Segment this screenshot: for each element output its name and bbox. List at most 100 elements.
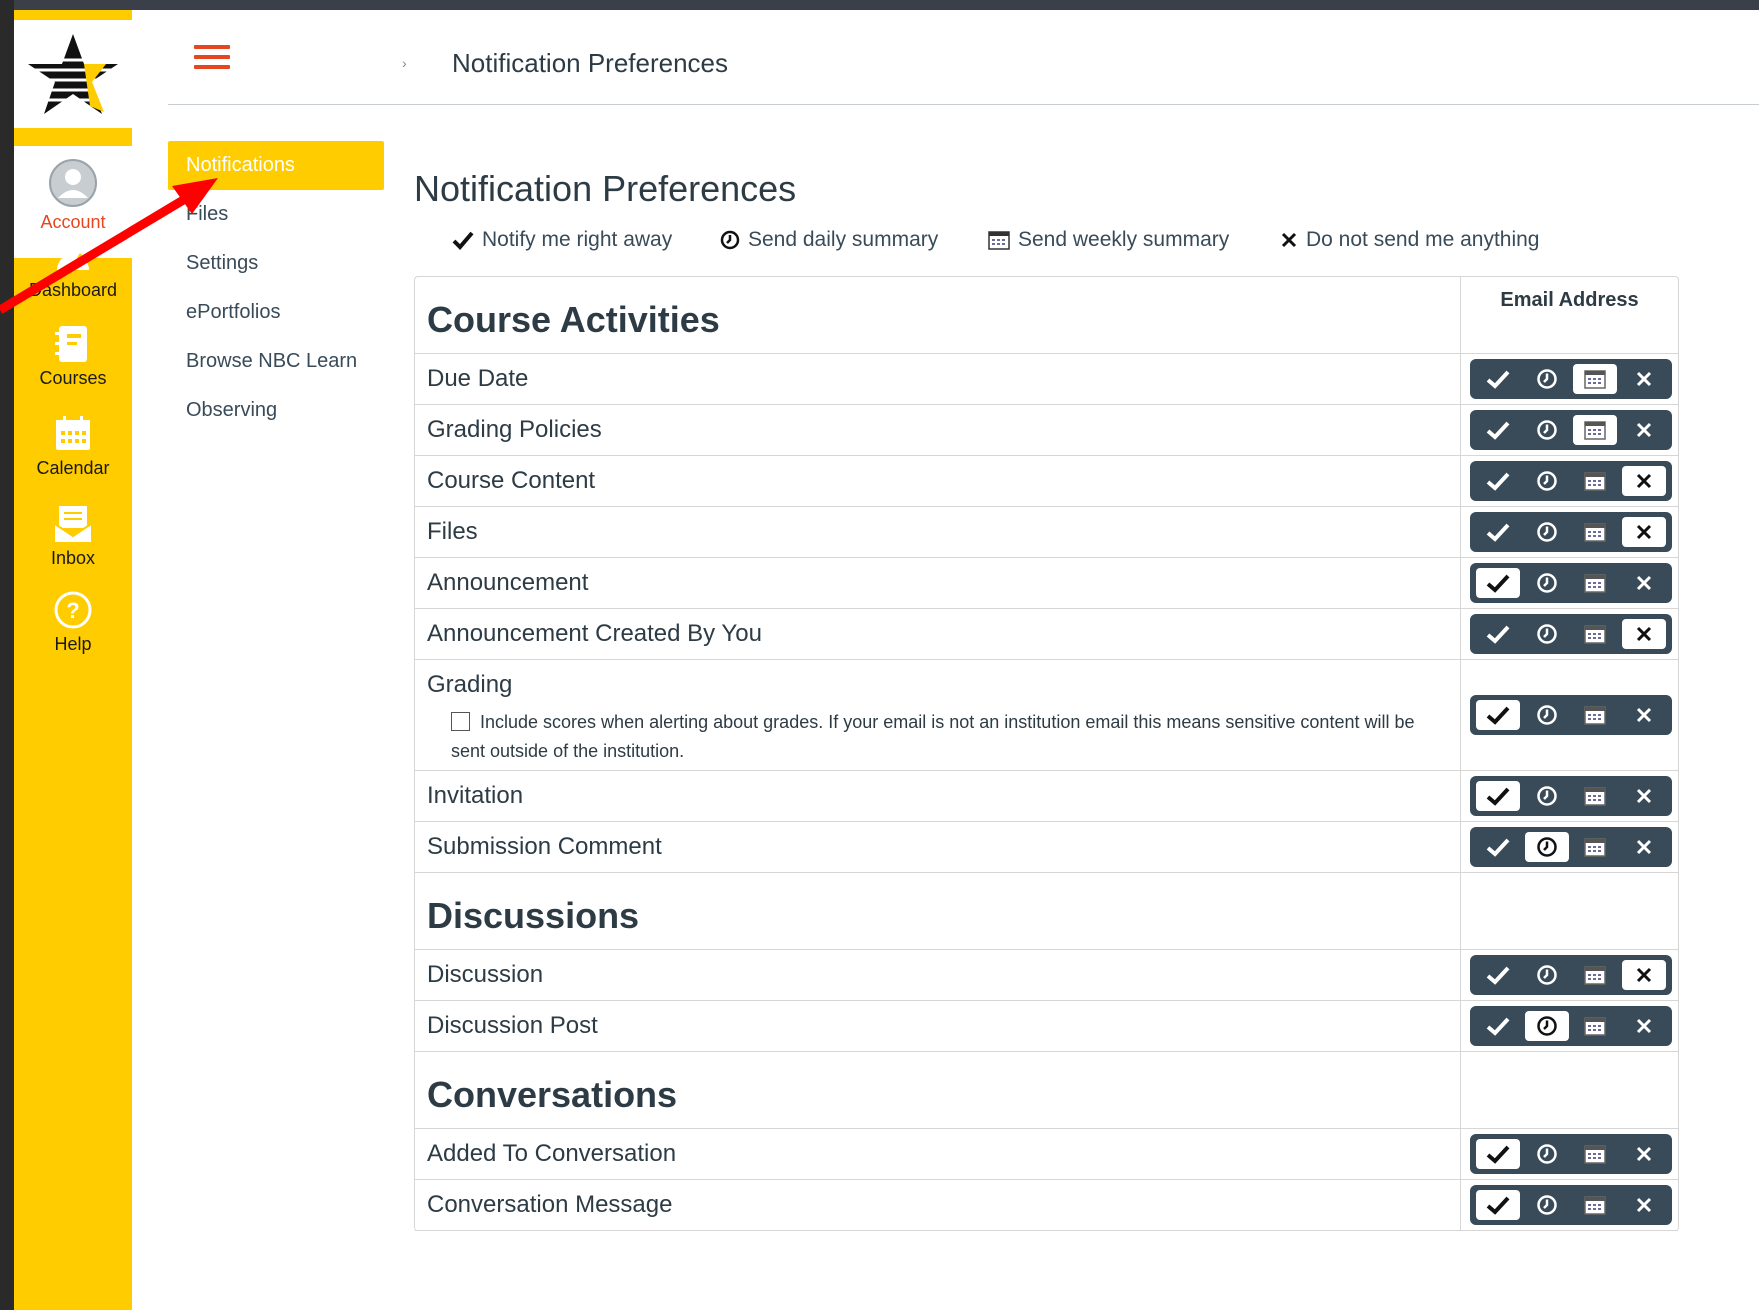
- svg-text:?: ?: [66, 598, 79, 623]
- global-nav-inbox[interactable]: Inbox: [14, 504, 132, 569]
- inbox-label: Inbox: [50, 548, 96, 568]
- frequency-option-daily[interactable]: [1525, 960, 1569, 990]
- frequency-option-never[interactable]: [1621, 619, 1666, 649]
- preference-label: Discussion: [427, 961, 544, 988]
- global-nav-courses[interactable]: Courses: [14, 324, 132, 389]
- subnav-item-settings[interactable]: Settings: [168, 239, 384, 288]
- frequency-toggle-group: [1470, 614, 1672, 654]
- legend-daily-label: Send daily summary: [748, 228, 939, 251]
- weekly-calendar-icon: [1584, 573, 1606, 593]
- frequency-option-never[interactable]: [1622, 364, 1666, 394]
- frequency-option-right-away[interactable]: [1476, 781, 1521, 811]
- global-nav-help[interactable]: ? Help: [14, 590, 132, 655]
- frequency-option-never[interactable]: [1621, 466, 1666, 496]
- clock-icon: [1536, 964, 1558, 986]
- frequency-option-right-away[interactable]: [1476, 1139, 1521, 1169]
- frequency-option-weekly[interactable]: [1573, 568, 1617, 598]
- frequency-option-daily[interactable]: [1525, 1190, 1569, 1220]
- dashboard-icon: [57, 253, 89, 270]
- frequency-option-right-away[interactable]: [1476, 415, 1520, 445]
- frequency-option-never[interactable]: [1622, 415, 1666, 445]
- frequency-option-never[interactable]: [1622, 1011, 1666, 1041]
- frequency-option-right-away[interactable]: [1476, 700, 1521, 730]
- browser-frame: Account Dashboard Courses Calendar Inbox…: [0, 0, 1759, 1310]
- frequency-option-daily[interactable]: [1525, 700, 1569, 730]
- institution-logo[interactable]: [14, 20, 132, 128]
- frequency-option-never[interactable]: [1621, 960, 1666, 990]
- subnav-item-eportfolios[interactable]: ePortfolios: [168, 288, 384, 337]
- preference-label: Invitation: [427, 782, 524, 809]
- weekly-calendar-icon: [1584, 786, 1606, 806]
- checkmark-icon: [1486, 705, 1510, 725]
- frequency-option-daily[interactable]: [1524, 832, 1569, 862]
- frequency-option-daily[interactable]: [1525, 466, 1569, 496]
- frequency-toggle-group: [1470, 1185, 1672, 1225]
- frequency-option-never[interactable]: [1622, 832, 1666, 862]
- global-nav-dashboard[interactable]: Dashboard: [14, 240, 132, 301]
- frequency-option-right-away[interactable]: [1476, 568, 1521, 598]
- star-logo-icon: [24, 34, 122, 114]
- frequency-option-right-away[interactable]: [1476, 619, 1520, 649]
- x-icon: [1635, 472, 1653, 490]
- frequency-option-never[interactable]: [1621, 517, 1666, 547]
- frequency-option-right-away[interactable]: [1476, 960, 1520, 990]
- weekly-calendar-icon: [1584, 369, 1606, 389]
- frequency-option-daily[interactable]: [1525, 415, 1569, 445]
- include-scores-checkbox[interactable]: [451, 712, 470, 731]
- x-icon: [1635, 838, 1653, 856]
- frequency-option-daily[interactable]: [1525, 1139, 1569, 1169]
- global-nav-calendar[interactable]: Calendar: [14, 414, 132, 479]
- frequency-option-never[interactable]: [1622, 1190, 1666, 1220]
- checkmark-icon: [1486, 420, 1510, 440]
- frequency-option-daily[interactable]: [1525, 364, 1569, 394]
- subnav-item-files[interactable]: Files: [168, 190, 384, 239]
- frequency-option-weekly[interactable]: [1573, 364, 1618, 394]
- subnav-item-notifications[interactable]: Notifications: [168, 141, 384, 190]
- weekly-calendar-icon: [1584, 624, 1606, 644]
- frequency-option-right-away[interactable]: [1476, 364, 1520, 394]
- frequency-option-weekly[interactable]: [1573, 700, 1617, 730]
- frequency-option-never[interactable]: [1622, 781, 1666, 811]
- frequency-toggle-group: [1470, 563, 1672, 603]
- frequency-option-weekly[interactable]: [1573, 832, 1617, 862]
- frequency-option-daily[interactable]: [1525, 568, 1569, 598]
- frequency-option-daily[interactable]: [1525, 517, 1569, 547]
- frequency-option-weekly[interactable]: [1573, 781, 1617, 811]
- weekly-calendar-icon: [1584, 522, 1606, 542]
- subnav-item-observing[interactable]: Observing: [168, 386, 384, 435]
- frequency-option-right-away[interactable]: [1476, 832, 1520, 862]
- frequency-option-right-away[interactable]: [1476, 517, 1520, 547]
- section-title: Discussions: [427, 895, 640, 936]
- frequency-option-right-away[interactable]: [1476, 466, 1520, 496]
- frequency-option-daily[interactable]: [1525, 619, 1569, 649]
- frequency-option-daily[interactable]: [1524, 1011, 1569, 1041]
- frequency-option-right-away[interactable]: [1476, 1011, 1520, 1041]
- clock-icon: [1536, 623, 1558, 645]
- frequency-option-never[interactable]: [1622, 568, 1666, 598]
- hamburger-menu-button[interactable]: [194, 45, 230, 71]
- frequency-option-weekly[interactable]: [1573, 1011, 1617, 1041]
- frequency-option-weekly[interactable]: [1573, 1139, 1617, 1169]
- frequency-option-daily[interactable]: [1525, 781, 1569, 811]
- help-label: Help: [54, 634, 92, 654]
- frequency-option-weekly[interactable]: [1573, 960, 1617, 990]
- frequency-toggle-group: [1470, 776, 1672, 816]
- frequency-option-weekly[interactable]: [1573, 415, 1618, 445]
- frequency-option-right-away[interactable]: [1476, 1190, 1521, 1220]
- frequency-option-never[interactable]: [1622, 1139, 1666, 1169]
- checkmark-icon: [1486, 471, 1510, 491]
- weekly-calendar-icon: [1584, 705, 1606, 725]
- frequency-option-weekly[interactable]: [1573, 1190, 1617, 1220]
- help-icon: ?: [54, 591, 92, 629]
- frequency-option-weekly[interactable]: [1573, 466, 1617, 496]
- frequency-toggle-group: [1470, 695, 1672, 735]
- dashboard-label: Dashboard: [28, 280, 118, 300]
- frequency-option-weekly[interactable]: [1573, 517, 1617, 547]
- clock-icon: [1536, 704, 1558, 726]
- subnav-item-browse-nbc-learn[interactable]: Browse NBC Learn: [168, 337, 384, 386]
- legend-never: Do not send me anything: [1280, 228, 1539, 252]
- courses-label: Courses: [39, 368, 107, 388]
- section-header: Course Activities: [415, 277, 1678, 354]
- frequency-option-weekly[interactable]: [1573, 619, 1617, 649]
- frequency-option-never[interactable]: [1622, 700, 1666, 730]
